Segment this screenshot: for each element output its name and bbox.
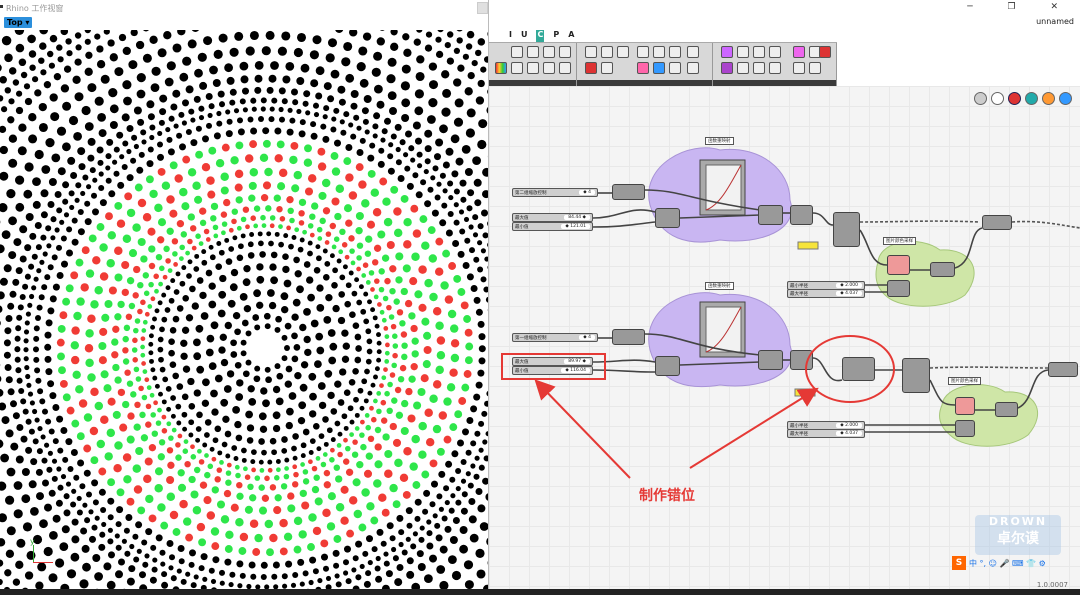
- slider-min-1[interactable]: 最小值 ◆ 121.01: [512, 222, 593, 231]
- multiply-component-1[interactable]: [790, 205, 813, 225]
- slider-value: ◆ 2.000: [836, 423, 862, 428]
- remap-component-2[interactable]: [758, 350, 783, 370]
- bounds-component-3[interactable]: [887, 280, 910, 297]
- watermark-logo: DROWN 卓尔谟: [975, 515, 1061, 555]
- bounds-component-4[interactable]: [955, 420, 975, 437]
- slider-value: ◆ 4: [579, 190, 595, 195]
- slider-scale-2[interactable]: 第一组缩放控制 ◆ 4: [512, 333, 598, 342]
- screen: Rhino 工作视窗 Top ▾ y ─ ❐ ✕ unnamed I U C P…: [0, 0, 1080, 595]
- version-label: 1.0.0007: [1036, 581, 1068, 589]
- yellow-param-1[interactable]: [797, 241, 819, 250]
- scale-component-1[interactable]: [612, 184, 645, 200]
- slider-value: ◆ 4.037: [836, 431, 862, 436]
- slider-max-radius-1[interactable]: 最大半径 ◆ 4.037: [787, 289, 865, 298]
- slider-value: ◆ 4.037: [836, 291, 862, 296]
- annotation-text: 制作错位: [639, 488, 695, 504]
- group-label-color-1: 图片颜色采样: [883, 237, 916, 245]
- group-label-color-2: 图片颜色采样: [948, 377, 981, 385]
- slider-value: ◆ 121.01: [561, 224, 590, 229]
- group-label-graph-mapper-2: 函数重映射: [705, 282, 734, 290]
- list-component-1[interactable]: [930, 262, 955, 277]
- circle-component-2[interactable]: [902, 358, 930, 393]
- custom-preview-2[interactable]: [1048, 362, 1078, 377]
- custom-preview-1[interactable]: [982, 215, 1012, 230]
- watermark-line1: DROWN: [988, 515, 1048, 528]
- remap-component-1[interactable]: [758, 205, 783, 225]
- slider-max-radius-2[interactable]: 最大半径 ◆ 4.037: [787, 429, 865, 438]
- bounds-component-2[interactable]: [655, 356, 680, 376]
- slider-value: ◆ 2.000: [836, 283, 862, 288]
- ime-icons[interactable]: 中 °, ☺ 🎤 ⌨ 👕 ⚙: [969, 558, 1046, 569]
- group-label-graph-mapper-1: 函数重映射: [705, 137, 734, 145]
- yellow-param-2[interactable]: [794, 388, 816, 397]
- bounds-component-1[interactable]: [655, 208, 680, 228]
- slider-label: 最大值: [515, 216, 529, 221]
- slider-label: 第一组缩放控制: [515, 336, 547, 341]
- list-component-2[interactable]: [995, 402, 1018, 417]
- gh-network: [592, 147, 1080, 447]
- taskbar: [0, 589, 1080, 595]
- annotation-ellipse: [805, 335, 895, 403]
- slider-label: 最小值: [515, 225, 529, 230]
- color-sample-group-2[interactable]: [939, 384, 1039, 447]
- ime-logo-icon[interactable]: S: [952, 556, 966, 570]
- slider-value: 84.44 ◆: [564, 215, 590, 220]
- image-sampler-2[interactable]: [955, 397, 975, 415]
- slider-scale-1[interactable]: 第二组缩放控制 ◆ 4: [512, 188, 598, 197]
- slider-label: 第二组缩放控制: [515, 191, 547, 196]
- image-sampler-1[interactable]: [887, 255, 910, 275]
- slider-value: ◆ 4: [579, 335, 595, 340]
- circle-component-1[interactable]: [833, 212, 860, 247]
- slider-label: 最大半径: [790, 292, 808, 297]
- annotation-rectangle: [501, 353, 606, 380]
- scale-component-2[interactable]: [612, 329, 645, 345]
- watermark-line2: 卓尔谟: [997, 531, 1039, 547]
- slider-label: 最大半径: [790, 432, 808, 437]
- slider-max-1[interactable]: 最大值 84.44 ◆: [512, 213, 593, 222]
- ime-toolbar: S 中 °, ☺ 🎤 ⌨ 👕 ⚙: [952, 556, 1046, 570]
